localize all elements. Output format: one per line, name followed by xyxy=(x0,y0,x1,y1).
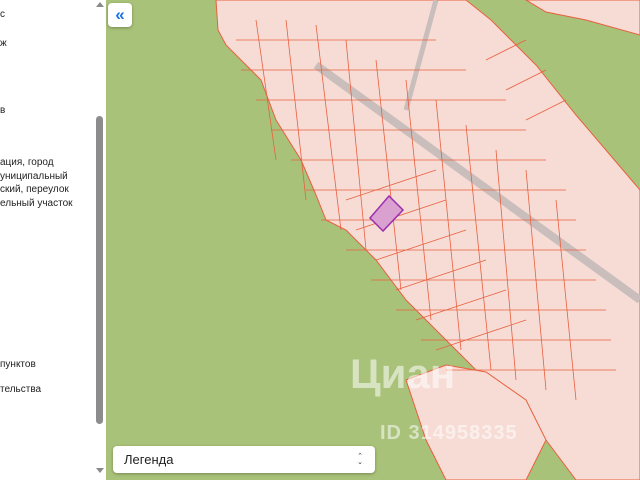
sidebar-text-line: ация, город xyxy=(0,157,54,168)
legend-label: Легенда xyxy=(124,452,174,467)
sidebar-text-line: ельный участок xyxy=(0,198,73,209)
sidebar-text-line: ский, переулок xyxy=(0,184,69,195)
scrollbar-thumb[interactable] xyxy=(96,116,103,424)
sidebar-text-line: с xyxy=(0,9,5,20)
sidebar-text-line: в xyxy=(0,105,6,116)
cadastral-map[interactable]: Циан ID 314958335 xyxy=(106,0,640,480)
scroll-down-arrow[interactable] xyxy=(96,468,104,473)
sidebar-text-line: пунктов xyxy=(0,359,36,370)
sidebar-text-line: ж xyxy=(0,38,7,49)
sidebar-text-line: униципальный xyxy=(0,171,68,182)
sidebar-text-line: тельства xyxy=(0,384,42,395)
scroll-up-arrow[interactable] xyxy=(96,2,104,7)
legend-dropdown[interactable]: Легенда ⌃ ⌄ xyxy=(113,446,375,473)
collapse-sidebar-button[interactable]: « xyxy=(108,3,132,27)
sidebar-panel: с ж в ация, город униципальный ский, пер… xyxy=(0,0,107,480)
map-canvas xyxy=(106,0,640,480)
dropdown-arrows-icon: ⌃ ⌄ xyxy=(357,453,363,466)
chevron-down-icon: ⌄ xyxy=(357,458,363,466)
